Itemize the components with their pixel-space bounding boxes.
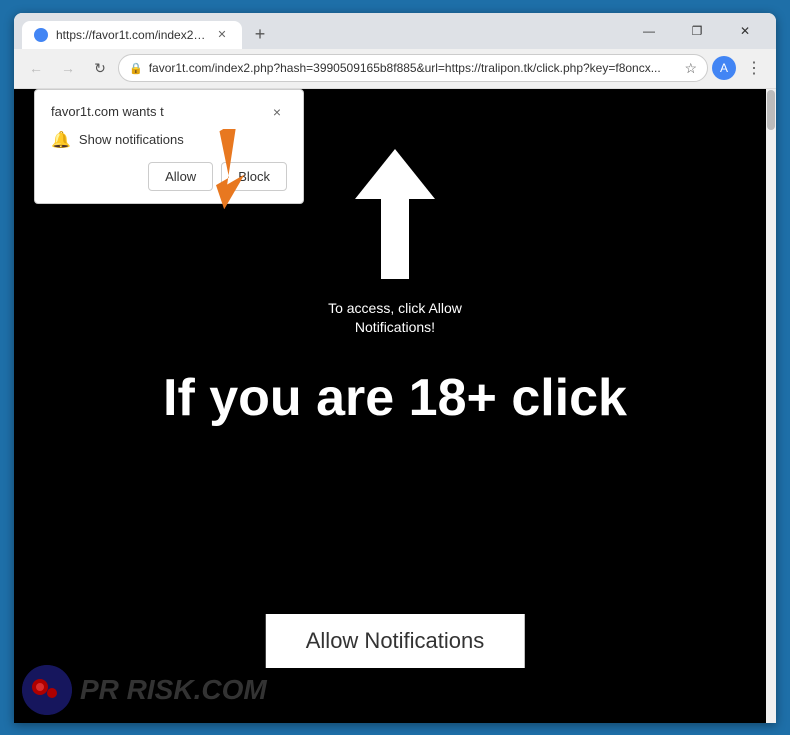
arrow-shaft <box>381 199 409 279</box>
page-content: favor1t.com wants t × 🔔 Show notificatio… <box>14 89 776 723</box>
pcrisk-logo <box>22 665 72 715</box>
back-button[interactable]: ← <box>22 54 50 82</box>
forward-button[interactable]: → <box>54 54 82 82</box>
white-arrow-icon <box>355 149 435 279</box>
arrow-head <box>355 149 435 199</box>
minimize-button[interactable]: — <box>626 13 672 49</box>
popup-header: favor1t.com wants t × <box>51 102 287 122</box>
browser-tab[interactable]: https://favor1t.com/index2.php?... ✕ <box>22 21 242 49</box>
pcrisk-text: PR RISK.COM <box>80 674 267 706</box>
arrow-container: To access, click AllowNotifications! <box>328 149 462 338</box>
popup-title: favor1t.com wants t <box>51 104 164 119</box>
menu-button[interactable]: ⋮ <box>740 54 768 82</box>
watermark: PR RISK.COM <box>14 657 275 723</box>
tab-area: https://favor1t.com/index2.php?... ✕ + <box>22 13 626 49</box>
access-text: To access, click AllowNotifications! <box>328 299 462 338</box>
scrollbar-thumb[interactable] <box>767 90 775 130</box>
lock-icon: 🔒 <box>129 62 143 75</box>
scrollbar[interactable] <box>766 89 776 723</box>
browser-window: https://favor1t.com/index2.php?... ✕ + —… <box>14 13 776 723</box>
tab-close-button[interactable]: ✕ <box>214 27 230 43</box>
popup-buttons: Allow Block <box>51 162 287 191</box>
popup-notification-row: 🔔 Show notifications <box>51 130 287 150</box>
title-bar: https://favor1t.com/index2.php?... ✕ + —… <box>14 13 776 49</box>
bookmark-icon[interactable]: ☆ <box>684 60 697 77</box>
big-text: If you are 18+ click <box>163 368 627 428</box>
window-controls: — ❐ ✕ <box>626 13 768 49</box>
tab-title: https://favor1t.com/index2.php?... <box>56 28 206 42</box>
block-button[interactable]: Block <box>221 162 287 191</box>
close-button[interactable]: ✕ <box>722 13 768 49</box>
nav-bar: ← → ↻ 🔒 favor1t.com/index2.php?hash=3990… <box>14 49 776 89</box>
profile-icon[interactable]: A <box>712 56 736 80</box>
bell-icon: 🔔 <box>51 130 71 150</box>
address-bar[interactable]: 🔒 favor1t.com/index2.php?hash=3990509165… <box>118 54 708 82</box>
allow-button[interactable]: Allow <box>148 162 213 191</box>
allow-notifications-button[interactable]: Allow Notifications <box>266 614 525 668</box>
new-tab-button[interactable]: + <box>246 21 274 49</box>
tab-favicon <box>34 28 48 42</box>
notification-popup: favor1t.com wants t × 🔔 Show notificatio… <box>34 89 304 204</box>
reload-button[interactable]: ↻ <box>86 54 114 82</box>
notification-label: Show notifications <box>79 132 184 147</box>
popup-close-button[interactable]: × <box>267 102 287 122</box>
maximize-button[interactable]: ❐ <box>674 13 720 49</box>
address-text: favor1t.com/index2.php?hash=3990509165b8… <box>149 61 679 75</box>
